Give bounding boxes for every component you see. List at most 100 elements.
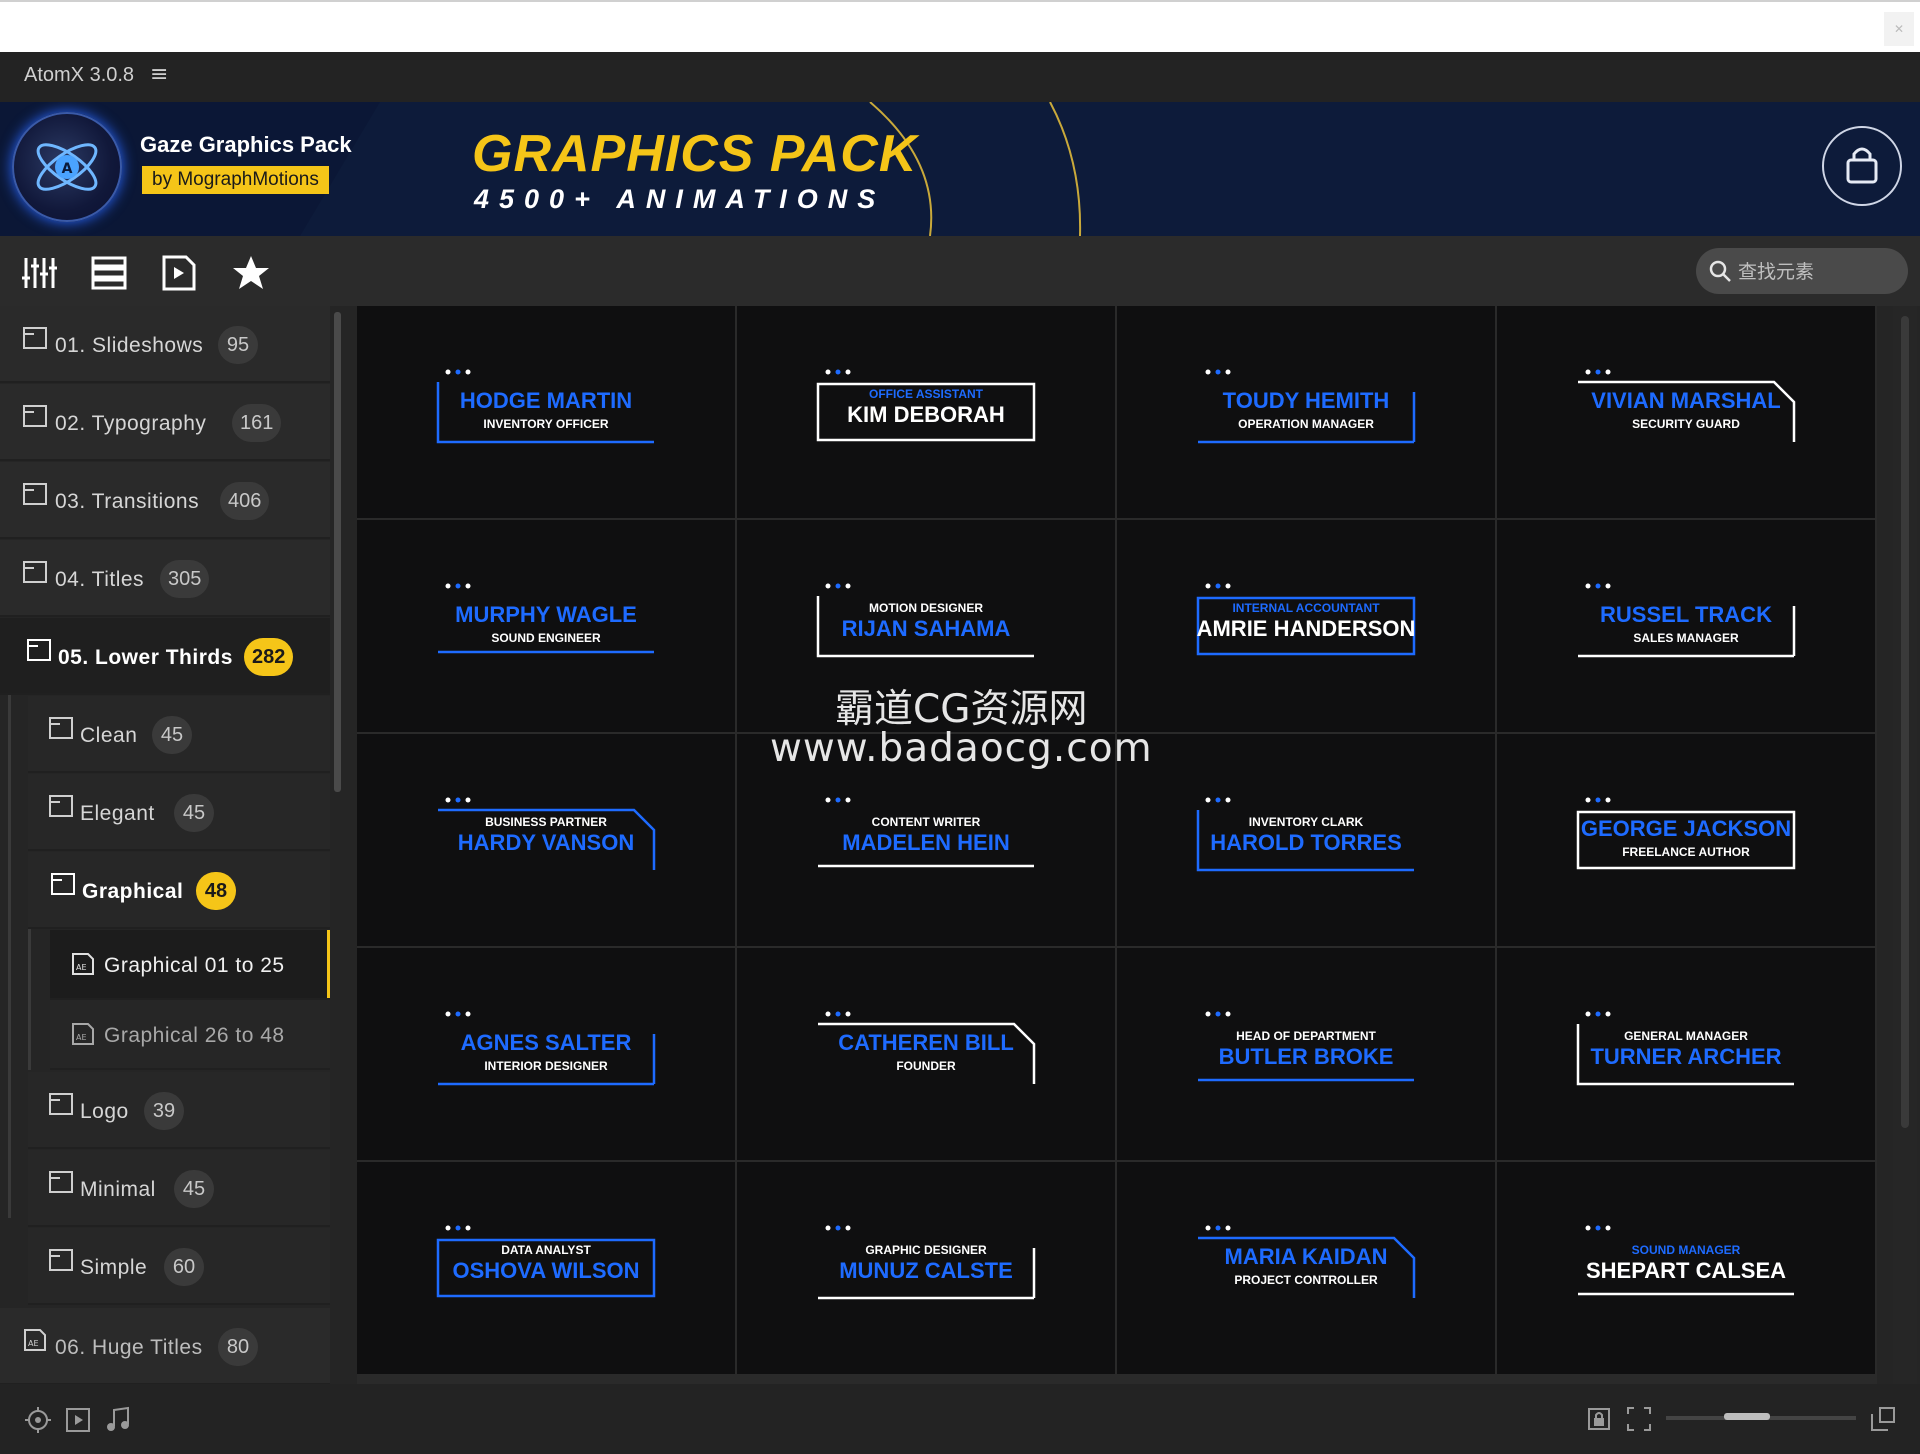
thumbnail-grid: HODGE MARTIN INVENTORY OFFICER KIM DEBORAH… xyxy=(357,306,1877,1384)
sidebar-item-titles[interactable]: 04. Titles 305 xyxy=(0,540,330,617)
sidebar-item-label: 06. Huge Titles xyxy=(55,1336,203,1359)
svg-text:A: A xyxy=(62,161,73,177)
template-thumbnail[interactable]: GEORGE JACKSON FREELANCE AUTHOR xyxy=(1497,734,1875,946)
count-badge: 45 xyxy=(152,716,192,754)
promo-banner[interactable]: A Gaze Graphics Pack by MographMotions G… xyxy=(0,102,1920,236)
folder-icon xyxy=(23,561,47,583)
music-note-icon[interactable] xyxy=(104,1406,132,1434)
template-thumbnail[interactable]: BUTLER BROKE HEAD OF DEPARTMENT xyxy=(1117,948,1495,1160)
count-badge: 45 xyxy=(174,1170,214,1208)
scroll-thumb[interactable] xyxy=(334,312,341,792)
sidebar-item-logo[interactable]: Logo 39 xyxy=(28,1072,330,1149)
zoom-slider-knob[interactable] xyxy=(1724,1413,1770,1420)
sidebar-item-elegant[interactable]: Elegant 45 xyxy=(28,774,330,851)
lower-third-role: GENERAL MANAGER xyxy=(1624,1029,1748,1043)
sidebar-item-minimal[interactable]: Minimal 45 xyxy=(28,1150,330,1227)
target-icon[interactable] xyxy=(24,1406,52,1434)
sidebar-item-clean[interactable]: Clean 45 xyxy=(28,696,330,773)
dot-decoration xyxy=(445,583,451,589)
template-thumbnail[interactable]: MURPHY WAGLE SOUND ENGINEER xyxy=(357,520,735,732)
lower-third-name: TOUDY HEMITH xyxy=(1223,388,1390,413)
dot-decoration xyxy=(465,1011,471,1017)
sidebar-item-label: 03. Transitions xyxy=(55,490,200,513)
lower-third-preview: AMRIE HANDERSONINTERNAL ACCOUNTANT xyxy=(1197,583,1416,656)
template-thumbnail[interactable]: CATHEREN BILL FOUNDER xyxy=(737,948,1115,1160)
sidebar-item-label: 01. Slideshows xyxy=(55,334,204,357)
lower-third-role: FOUNDER xyxy=(896,1059,956,1073)
sidebar-item-simple[interactable]: Simple 60 xyxy=(28,1228,330,1305)
fit-frame-icon[interactable] xyxy=(1626,1406,1652,1432)
expand-icon[interactable] xyxy=(1870,1406,1896,1432)
lower-third-name: AMRIE HANDERSON xyxy=(1197,616,1416,641)
sidebar-item-transitions[interactable]: 03. Transitions 406 xyxy=(0,462,330,539)
sidebar-item-label: Graphical 01 to 25 xyxy=(104,954,285,977)
sidebar-item-huge-titles[interactable]: AE 06. Huge Titles 80 xyxy=(0,1308,330,1384)
dot-decoration xyxy=(825,369,831,375)
hamburger-icon[interactable]: ≡ xyxy=(150,62,168,87)
play-file-icon[interactable] xyxy=(160,254,198,292)
dot-decoration xyxy=(1605,1011,1611,1017)
template-thumbnail[interactable]: KIM DEBORAH OFFICE ASSISTANT xyxy=(737,306,1115,518)
sidebar-item-typography[interactable]: 02. Typography 161 xyxy=(0,384,330,461)
list-icon[interactable] xyxy=(90,254,128,292)
lower-third-preview: HODGE MARTIN INVENTORY OFFICER xyxy=(436,369,654,444)
template-thumbnail[interactable]: TOUDY HEMITH OPERATION MANAGER xyxy=(1117,306,1495,518)
template-thumbnail[interactable]: MARIA KAIDAN PROJECT CONTROLLER xyxy=(1117,1162,1495,1374)
lower-third-role: CONTENT WRITER xyxy=(872,815,981,829)
star-icon[interactable] xyxy=(232,254,270,292)
dot-decoration xyxy=(1225,1011,1231,1017)
lock-icon[interactable] xyxy=(1586,1406,1612,1432)
dot-decoration xyxy=(465,1225,471,1231)
shopping-bag-icon[interactable] xyxy=(1822,126,1902,206)
dot-decoration xyxy=(1585,583,1591,589)
sidebar-item-graphical[interactable]: Graphical 48 xyxy=(28,852,330,929)
dot-decoration xyxy=(835,797,841,803)
sidebar-item-graphical-01-25[interactable]: AE Graphical 01 to 25 xyxy=(50,930,330,1000)
lower-third-role: DATA ANALYST xyxy=(501,1243,591,1257)
search-icon xyxy=(1709,260,1731,282)
template-thumbnail[interactable]: HARDY VANSON BUSINESS PARTNER xyxy=(357,734,735,946)
dot-decoration xyxy=(1595,369,1601,375)
lower-third-name: VIVIAN MARSHAL xyxy=(1591,388,1780,413)
lower-third-role: SALES MANAGER xyxy=(1633,631,1739,645)
lower-third-preview: OSHOVA WILSONDATA ANALYST xyxy=(436,1225,656,1298)
dot-decoration xyxy=(1605,583,1611,589)
template-thumbnail[interactable]: VIVIAN MARSHAL SECURITY GUARD xyxy=(1497,306,1875,518)
sidebar-scrollbar[interactable] xyxy=(332,306,342,1384)
dot-decoration xyxy=(455,1225,461,1231)
ae-file-icon: AE xyxy=(24,1329,46,1351)
template-thumbnail[interactable]: SHEPART CALSEA SOUND MANAGER xyxy=(1497,1162,1875,1374)
template-thumbnail[interactable]: HAROLD TORRES INVENTORY CLARK xyxy=(1117,734,1495,946)
search-input[interactable] xyxy=(1736,256,1900,288)
template-thumbnail[interactable]: RUSSEL TRACK SALES MANAGER xyxy=(1497,520,1875,732)
sidebar-item-slideshows[interactable]: 01. Slideshows 95 xyxy=(0,306,330,383)
template-thumbnail[interactable]: MUNUZ CALSTE GRAPHIC DESIGNER xyxy=(737,1162,1115,1374)
sidebar-item-label: Graphical 26 to 48 xyxy=(104,1024,285,1047)
template-thumbnail[interactable]: TURNER ARCHER GENERAL MANAGER xyxy=(1497,948,1875,1160)
lower-third-role: OFFICE ASSISTANT xyxy=(869,387,984,401)
scroll-thumb[interactable] xyxy=(1901,316,1909,1128)
lower-third-preview: HARDY VANSONBUSINESS PARTNER xyxy=(438,797,656,870)
dot-decoration xyxy=(1205,583,1211,589)
close-icon[interactable]: ✕ xyxy=(1884,12,1914,46)
template-thumbnail[interactable]: AMRIE HANDERSON INTERNAL ACCOUNTANT xyxy=(1117,520,1495,732)
template-thumbnail[interactable]: AGNES SALTER INTERIOR DESIGNER xyxy=(357,948,735,1160)
zoom-slider[interactable] xyxy=(1666,1413,1856,1420)
svg-text:AE: AE xyxy=(76,1033,87,1042)
banner-subheadline: 4500+ ANIMATIONS xyxy=(474,184,886,214)
grid-scrollbar[interactable] xyxy=(1893,306,1917,1384)
sidebar-item-lower-thirds[interactable]: 05. Lower Thirds 282 xyxy=(0,618,330,695)
sidebar-item-graphical-26-48[interactable]: AE Graphical 26 to 48 xyxy=(50,1000,330,1070)
dot-decoration xyxy=(1205,797,1211,803)
sliders-icon[interactable] xyxy=(20,254,58,292)
count-badge: 282 xyxy=(244,638,294,676)
video-icon[interactable] xyxy=(64,1406,92,1434)
folder-icon xyxy=(23,327,47,349)
lower-third-preview: TURNER ARCHERGENERAL MANAGER xyxy=(1576,1011,1794,1086)
sidebar-item-label: Minimal xyxy=(80,1178,156,1201)
dot-decoration xyxy=(845,369,851,375)
template-thumbnail[interactable]: HODGE MARTIN INVENTORY OFFICER xyxy=(357,306,735,518)
template-thumbnail[interactable]: OSHOVA WILSON DATA ANALYST xyxy=(357,1162,735,1374)
lower-third-preview: MUNUZ CALSTEGRAPHIC DESIGNER xyxy=(818,1225,1036,1300)
search-box[interactable] xyxy=(1696,248,1908,294)
